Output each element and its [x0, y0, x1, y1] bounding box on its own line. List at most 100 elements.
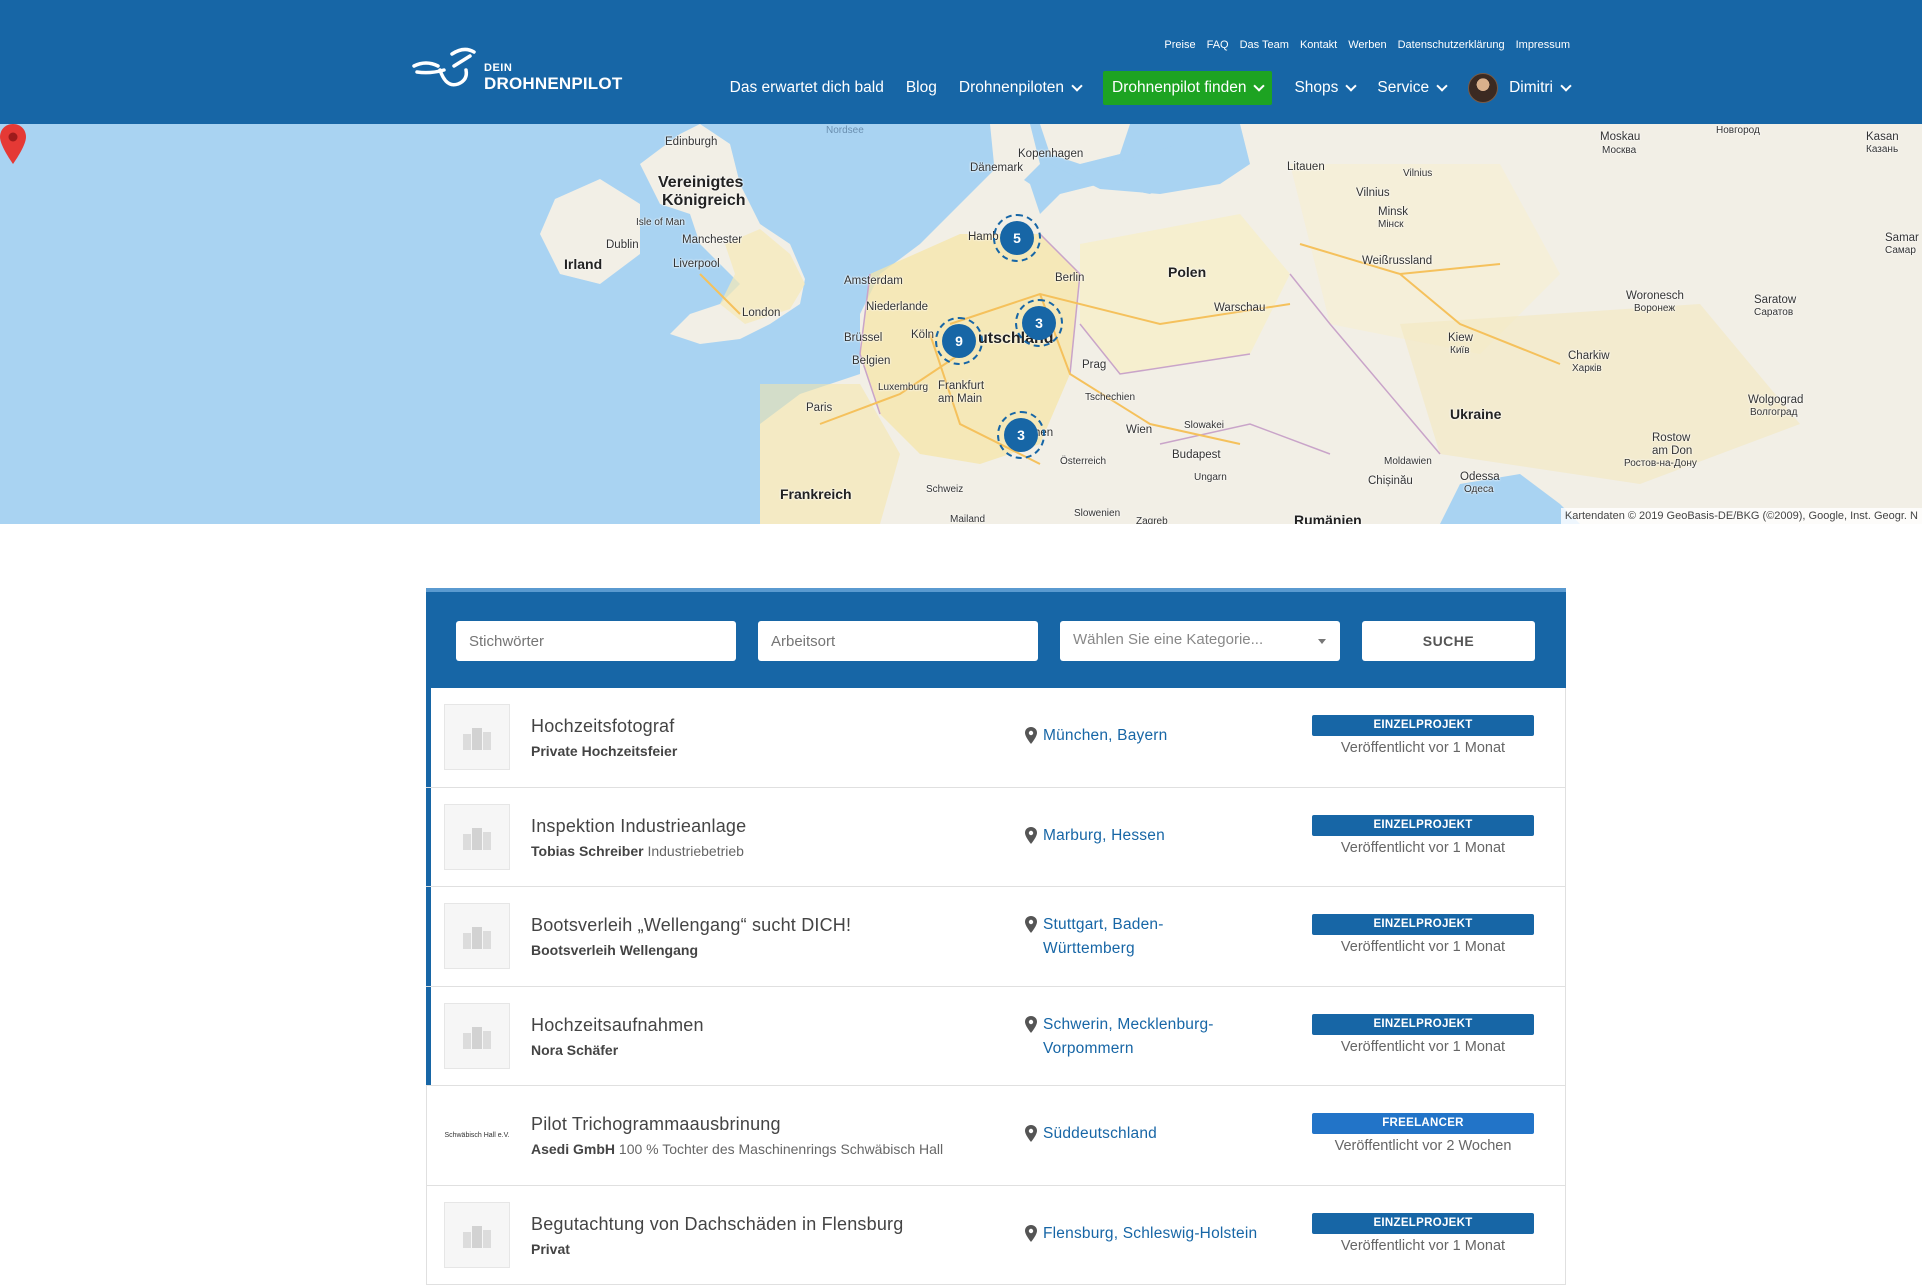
- job-type-badge: EINZELPROJEKT: [1312, 1014, 1534, 1035]
- top-link-preise[interactable]: Preise: [1164, 39, 1195, 51]
- top-link-impressum[interactable]: Impressum: [1516, 39, 1570, 51]
- company-name: Nora Schäfer: [531, 1042, 618, 1058]
- map-label: Saratow: [1754, 294, 1796, 306]
- top-link-werben[interactable]: Werben: [1348, 39, 1386, 51]
- nav-item-drohnenpiloten[interactable]: Drohnenpiloten: [959, 71, 1081, 105]
- location-input[interactable]: [758, 621, 1038, 661]
- map-marker-icon[interactable]: [0, 124, 26, 164]
- category-select[interactable]: Wählen Sie eine Kategorie...: [1060, 621, 1340, 661]
- map-label: Kopenhagen: [1018, 148, 1083, 160]
- map-label: Brüssel: [844, 332, 882, 344]
- job-location[interactable]: München, Bayern: [1025, 724, 1285, 748]
- nav-item-blog[interactable]: Blog: [906, 71, 937, 105]
- map-label: Warschau: [1214, 302, 1265, 314]
- company-name: Privat: [531, 1241, 570, 1257]
- job-location[interactable]: Stuttgart, Baden-Württemberg: [1025, 913, 1285, 961]
- map-label: Liverpool: [673, 258, 720, 270]
- map-cluster[interactable]: 9: [935, 317, 983, 365]
- map-label: Köln: [911, 329, 934, 341]
- site-logo[interactable]: DEIN DROHNENPILOT: [412, 44, 622, 94]
- job-search-panel: Wählen Sie eine Kategorie... SUCHE: [426, 588, 1566, 688]
- map-pin-icon: [1025, 1125, 1037, 1142]
- building-icon: [444, 804, 510, 870]
- job-row[interactable]: Hochzeitsaufnahmen Nora Schäfer Schwerin…: [427, 987, 1565, 1087]
- map-cluster[interactable]: 5: [993, 214, 1041, 262]
- map-cluster[interactable]: 3: [1015, 299, 1063, 347]
- job-row[interactable]: Inspektion Industrieanlage Tobias Schrei…: [427, 788, 1565, 888]
- top-link-team[interactable]: Das Team: [1240, 39, 1289, 51]
- job-title[interactable]: Bootsverleih „Wellengang“ sucht DICH!: [531, 915, 851, 936]
- map-label: Chișinău: [1368, 475, 1413, 487]
- map-label: Frankfurt: [938, 380, 984, 392]
- nav-item-drohnenpilot-finden[interactable]: Drohnenpilot finden: [1103, 71, 1272, 105]
- map-label: Prag: [1082, 359, 1106, 371]
- nav-label: Das erwartet dich bald: [730, 79, 884, 97]
- map-label: Irland: [564, 256, 602, 272]
- map-label: Dublin: [606, 239, 639, 251]
- map-label: Amsterdam: [844, 275, 903, 287]
- job-map[interactable]: Nordsee Edinburgh Vereinigtes Königreich…: [0, 124, 1922, 524]
- nav-label: Drohnenpilot finden: [1112, 79, 1246, 97]
- job-row[interactable]: Schwäbisch Hall e.V. Pilot Trichogrammaa…: [427, 1086, 1565, 1186]
- location-text: Süddeutschland: [1043, 1122, 1157, 1146]
- map-cluster[interactable]: 3: [997, 411, 1045, 459]
- chevron-down-icon: [1346, 80, 1357, 91]
- job-location[interactable]: Marburg, Hessen: [1025, 824, 1285, 848]
- map-pin-icon: [1025, 827, 1037, 844]
- cluster-count: 5: [1000, 221, 1034, 255]
- map-pin-icon: [1025, 727, 1037, 744]
- map-label: Харків: [1572, 363, 1602, 374]
- job-row[interactable]: Bootsverleih „Wellengang“ sucht DICH! Bo…: [427, 887, 1565, 987]
- job-row[interactable]: Begutachtung von Dachschäden in Flensbur…: [427, 1186, 1565, 1285]
- job-title[interactable]: Begutachtung von Dachschäden in Flensbur…: [531, 1214, 903, 1235]
- map-label: Саратов: [1754, 307, 1793, 318]
- map-label: Tschechien: [1085, 392, 1135, 403]
- job-type-badge: EINZELPROJEKT: [1312, 914, 1534, 935]
- job-location[interactable]: Schwerin, Mecklenburg-Vorpommern: [1025, 1013, 1285, 1061]
- building-icon: [444, 903, 510, 969]
- map-label: London: [742, 307, 780, 319]
- top-links: Preise FAQ Das Team Kontakt Werben Daten…: [1164, 39, 1570, 51]
- map-label: Odessa: [1460, 471, 1500, 483]
- nav-item-coming-soon[interactable]: Das erwartet dich bald: [730, 71, 884, 105]
- nav-item-shops[interactable]: Shops: [1294, 71, 1355, 105]
- job-location[interactable]: Flensburg, Schleswig-Holstein: [1025, 1222, 1285, 1246]
- user-menu[interactable]: Dimitri: [1468, 71, 1570, 105]
- nav-label: Service: [1377, 79, 1429, 97]
- map-label: Zagreb: [1136, 516, 1168, 524]
- map-label: Новгород: [1716, 125, 1760, 136]
- building-icon: [444, 1003, 510, 1069]
- job-title[interactable]: Hochzeitsfotograf: [531, 716, 674, 737]
- map-label: Slowenien: [1074, 508, 1120, 519]
- top-link-kontakt[interactable]: Kontakt: [1300, 39, 1337, 51]
- location-text: Marburg, Hessen: [1043, 824, 1165, 848]
- map-label: Österreich: [1060, 456, 1106, 467]
- company-logo: Schwäbisch Hall e.V.: [444, 1102, 510, 1168]
- search-button[interactable]: SUCHE: [1362, 621, 1535, 661]
- map-label: Polen: [1168, 264, 1206, 280]
- map-label: Ukraine: [1450, 406, 1501, 422]
- job-location[interactable]: Süddeutschland: [1025, 1122, 1285, 1146]
- job-title[interactable]: Inspektion Industrieanlage: [531, 816, 746, 837]
- map-label: Самар: [1885, 245, 1916, 256]
- map-label: Dänemark: [970, 162, 1023, 174]
- map-label: Manchester: [682, 234, 742, 246]
- nav-item-service[interactable]: Service: [1377, 71, 1446, 105]
- map-label: Vereinigtes: [658, 174, 743, 192]
- job-title[interactable]: Hochzeitsaufnahmen: [531, 1015, 704, 1036]
- map-label: Vilnius: [1356, 187, 1390, 199]
- company-name: Private Hochzeitsfeier: [531, 743, 677, 759]
- job-row[interactable]: Hochzeitsfotograf Private Hochzeitsfeier…: [427, 688, 1565, 788]
- map-label: Казань: [1866, 144, 1898, 155]
- job-title[interactable]: Pilot Trichogrammaausbrinung: [531, 1114, 781, 1135]
- job-posted-date: Veröffentlicht vor 1 Monat: [1312, 840, 1534, 856]
- building-icon: [444, 704, 510, 770]
- top-link-datenschutz[interactable]: Datenschutzerklärung: [1398, 39, 1505, 51]
- top-link-faq[interactable]: FAQ: [1207, 39, 1229, 51]
- cluster-count: 3: [1004, 418, 1038, 452]
- map-label: Москва: [1602, 145, 1636, 156]
- cluster-count: 9: [942, 324, 976, 358]
- job-company: Privat: [531, 1241, 570, 1257]
- keywords-input[interactable]: [456, 621, 736, 661]
- map-label: Paris: [806, 402, 832, 414]
